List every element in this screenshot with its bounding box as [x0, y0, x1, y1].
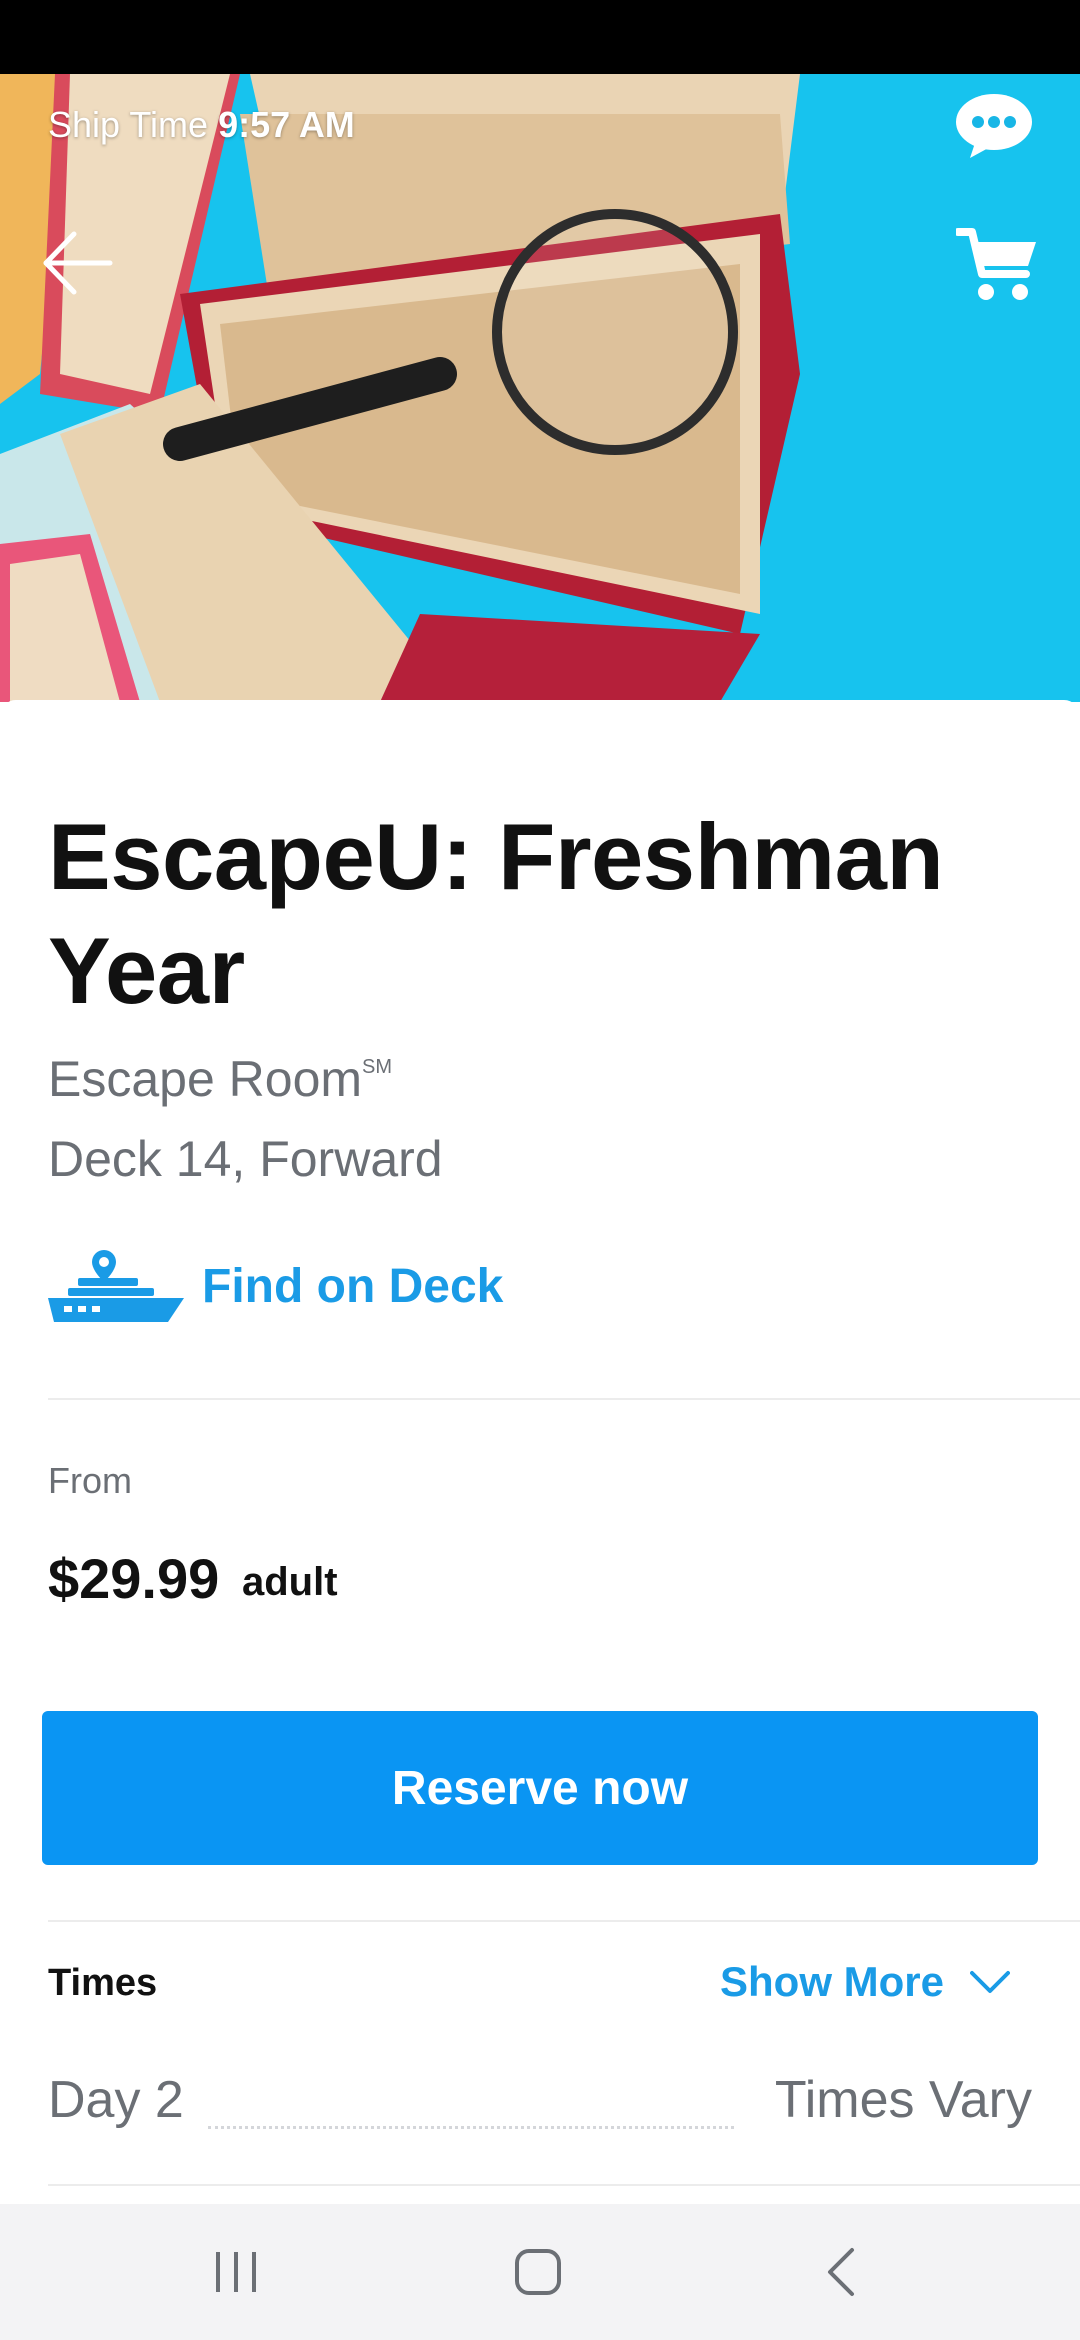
find-on-deck-link[interactable]: Find on Deck [48, 1246, 503, 1326]
reserve-now-button[interactable]: Reserve now [42, 1711, 1038, 1865]
find-on-deck-label: Find on Deck [202, 1259, 504, 1313]
books-with-magnifying-glass-image [0, 74, 1080, 702]
home-icon [515, 2249, 561, 2295]
activity-title: EscapeU: Freshman Year [48, 804, 944, 1023]
price-unit: adult [242, 1560, 338, 1604]
back-chevron-icon [828, 2248, 854, 2296]
divider [48, 2184, 1080, 2186]
recents-icon [216, 2252, 256, 2292]
home-button[interactable] [478, 2228, 598, 2316]
divider [48, 1920, 1080, 1922]
dotted-leader [208, 2126, 734, 2129]
chat-button[interactable] [954, 92, 1034, 160]
reserve-now-label: Reserve now [391, 1761, 689, 1815]
system-nav-bar [0, 2204, 1080, 2340]
show-more-label: Show More [720, 1958, 945, 2005]
divider [48, 1398, 1080, 1400]
chevron-down-icon [970, 1971, 1011, 1993]
ship-time: Ship Time 9:57 AM [48, 104, 355, 146]
times-heading: Times [48, 1962, 158, 2004]
price-value: $29.99 [48, 1547, 220, 1610]
nav-back-button[interactable] [782, 2228, 902, 2316]
ship-time-value: 9:57 AM [218, 104, 355, 145]
back-button[interactable] [40, 228, 120, 298]
ship-location-icon [48, 1250, 184, 1322]
times-row-value: Times Vary [774, 2071, 1032, 2129]
status-bar [0, 0, 1080, 74]
deck-location: Deck 14, Forward [48, 1131, 443, 1187]
cart-icon [954, 228, 1036, 300]
arrow-left-icon [43, 231, 113, 295]
recents-button[interactable] [176, 2228, 296, 2316]
chat-bubble-icon [956, 94, 1032, 158]
cart-button[interactable] [954, 226, 1040, 304]
price-from-label: From [48, 1460, 132, 1501]
venue-type: Escape RoomSM [48, 1050, 392, 1108]
ship-time-label: Ship Time [48, 104, 209, 145]
times-row-day: Day 2 [48, 2071, 184, 2129]
hero-image [0, 74, 1080, 702]
venue-type-label: Escape Room [48, 1051, 363, 1107]
service-mark: SM [362, 1056, 393, 1078]
show-more-button[interactable]: Show More [720, 1958, 1011, 2006]
